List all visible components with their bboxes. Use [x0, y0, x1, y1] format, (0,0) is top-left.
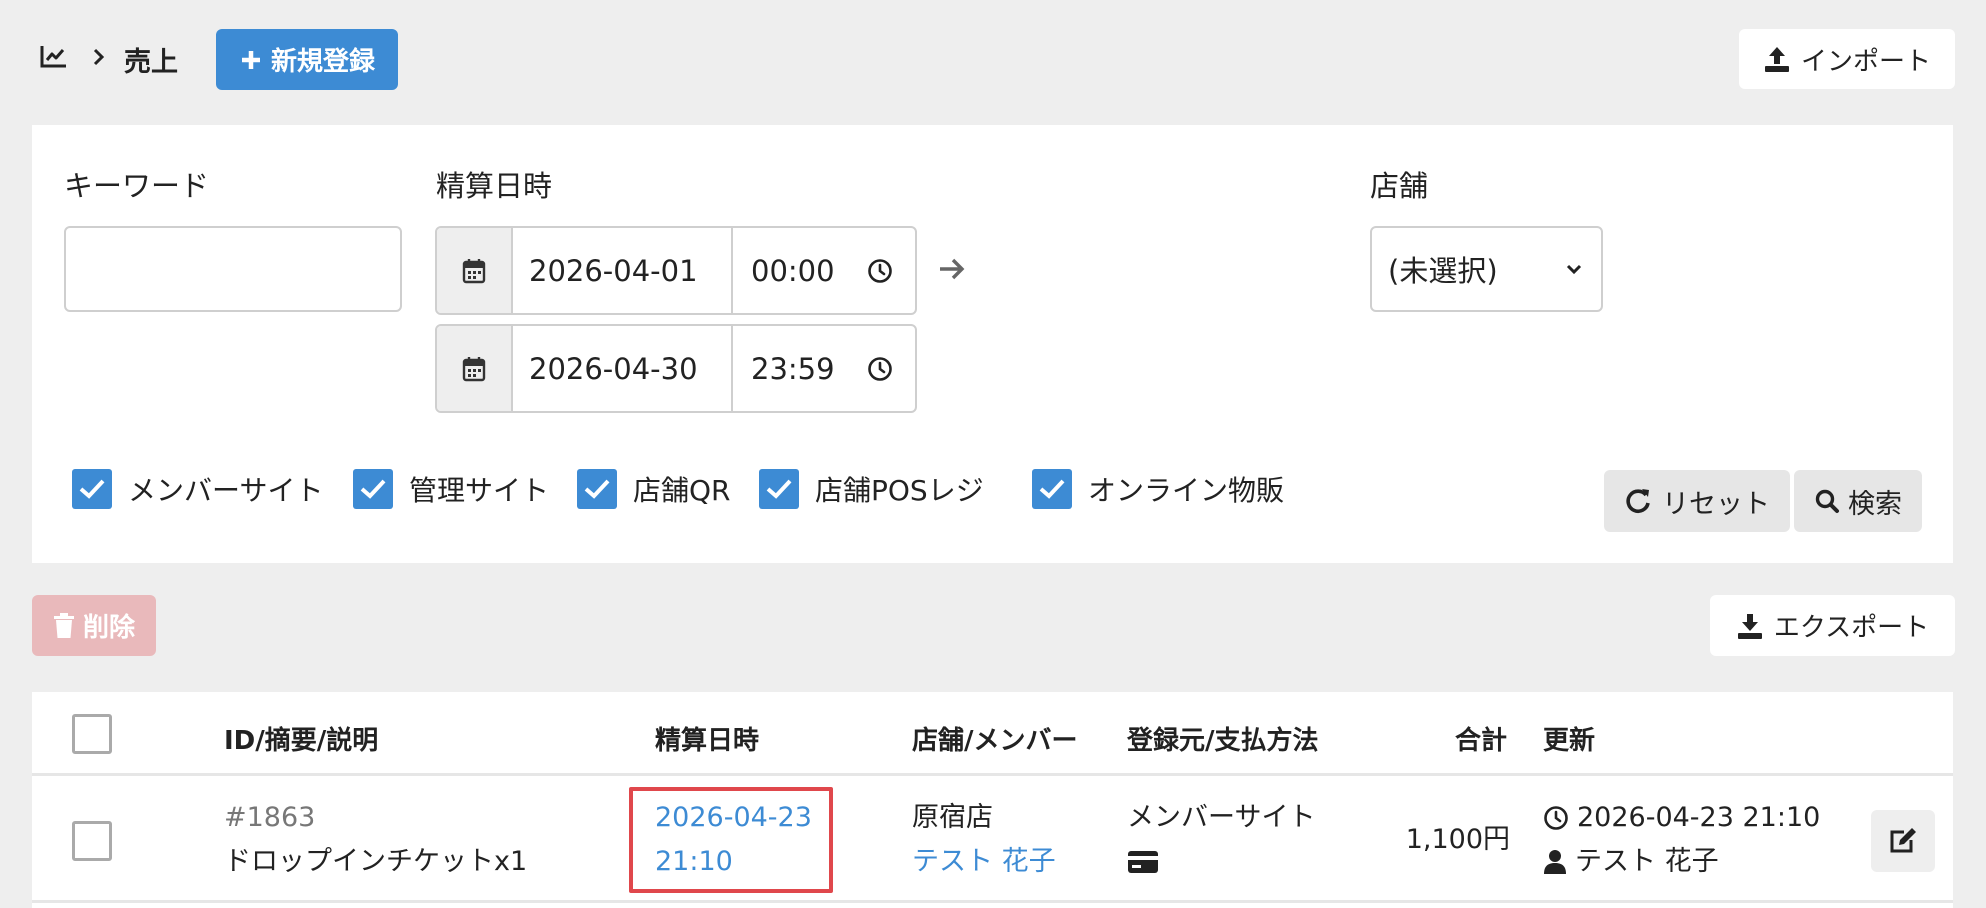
search-label: 検索 [1848, 488, 1902, 520]
reset-label: リセット [1662, 488, 1770, 520]
row-updated-cell: 2026-04-23 21:10 テスト 花子 [1543, 796, 1820, 884]
checkbox-checked[interactable] [1032, 469, 1072, 509]
column-header-source-payment[interactable]: 登録元/支払方法 [1127, 720, 1319, 757]
row-total: 1,100円 [1405, 824, 1510, 855]
chevron-down-icon [1565, 263, 1583, 275]
clock-icon [867, 356, 893, 382]
calendar-icon[interactable] [437, 326, 513, 411]
to-date-input[interactable]: 2026-04-30 [513, 326, 733, 411]
to-time-value: 23:59 [751, 351, 835, 386]
row-divider [32, 900, 1953, 903]
user-icon [1543, 849, 1567, 875]
row-store: 原宿店 [912, 802, 993, 833]
search-button[interactable]: 検索 [1794, 470, 1922, 532]
upload-icon [1763, 45, 1791, 73]
chart-line-icon[interactable] [40, 44, 68, 68]
source-checkbox-member-site[interactable]: メンバーサイト [72, 469, 323, 509]
import-button[interactable]: インポート [1739, 29, 1955, 89]
settlement-datetime-label: 精算日時 [436, 169, 553, 203]
source-checkbox-online-sales[interactable]: オンライン物販 [1032, 469, 1284, 509]
import-label: インポート [1800, 46, 1931, 77]
from-date-input[interactable]: 2026-04-01 [513, 228, 733, 313]
row-description: ドロップインチケットx1 [224, 846, 528, 877]
calendar-icon[interactable] [437, 228, 513, 313]
search-icon [1814, 488, 1840, 514]
to-datetime-group: 2026-04-30 23:59 [435, 324, 917, 413]
keyword-input[interactable] [64, 226, 402, 312]
keyword-label: キーワード [64, 169, 210, 203]
from-time-input[interactable]: 00:00 [733, 228, 915, 313]
edit-button[interactable] [1871, 810, 1935, 872]
source-label: オンライン物販 [1088, 474, 1285, 507]
export-button[interactable]: エクスポート [1710, 595, 1955, 656]
source-label: 管理サイト [409, 474, 550, 507]
select-all-checkbox[interactable] [72, 714, 112, 754]
checkbox-checked[interactable] [759, 469, 799, 509]
source-checkbox-admin-site[interactable]: 管理サイト [353, 469, 549, 509]
export-label: エクスポート [1773, 613, 1930, 643]
checkbox-checked[interactable] [353, 469, 393, 509]
table-row-id-cell[interactable]: #1863 ドロップインチケットx1 [224, 796, 527, 884]
column-header-store-member[interactable]: 店舗/メンバー [912, 720, 1078, 757]
trash-icon [53, 612, 75, 639]
row-id: #1863 [224, 802, 316, 833]
source-label: メンバーサイト [128, 474, 324, 507]
checkbox-checked[interactable] [72, 469, 112, 509]
row-member-link[interactable]: テスト 花子 [912, 840, 1056, 884]
reset-button[interactable]: リセット [1604, 470, 1790, 532]
download-icon [1736, 612, 1764, 640]
row-store-member-cell: 原宿店 テスト 花子 [912, 796, 1056, 884]
page-title: 売上 [124, 47, 178, 78]
row-source-payment-cell: メンバーサイト [1127, 796, 1315, 884]
column-header-updated[interactable]: 更新 [1543, 720, 1595, 757]
credit-card-icon [1127, 849, 1159, 875]
arrow-right-icon [938, 256, 966, 282]
store-select[interactable]: (未選択) [1370, 226, 1603, 312]
new-registration-label: 新規登録 [270, 47, 375, 77]
redo-icon [1624, 487, 1652, 515]
edit-icon [1888, 827, 1918, 855]
delete-label: 削除 [82, 613, 135, 643]
clock-icon [1543, 805, 1569, 831]
source-label: 店舗QR [633, 474, 731, 507]
highlight-box [629, 787, 833, 893]
row-updated-by: テスト 花子 [1575, 846, 1719, 877]
column-header-settlement-datetime[interactable]: 精算日時 [655, 720, 759, 757]
store-select-value: (未選択) [1388, 254, 1498, 288]
row-source: メンバーサイト [1127, 802, 1316, 833]
column-header-total[interactable]: 合計 [1455, 720, 1507, 757]
checkbox-checked[interactable] [577, 469, 617, 509]
from-datetime-group: 2026-04-01 00:00 [435, 226, 917, 315]
row-updated-at: 2026-04-23 21:10 [1577, 802, 1821, 833]
new-registration-button[interactable]: 新規登録 [216, 29, 398, 90]
store-label: 店舗 [1370, 169, 1429, 203]
plus-icon [239, 48, 263, 72]
source-label: 店舗POSレジ [815, 474, 984, 507]
column-header-id[interactable]: ID/摘要/説明 [224, 720, 378, 757]
to-time-input[interactable]: 23:59 [733, 326, 915, 411]
source-checkbox-store-qr[interactable]: 店舗QR [577, 469, 731, 509]
source-checkbox-store-pos[interactable]: 店舗POSレジ [759, 469, 984, 509]
delete-button[interactable]: 削除 [32, 595, 156, 656]
chevron-right-icon [92, 48, 106, 66]
clock-icon [867, 258, 893, 284]
row-select-checkbox[interactable] [72, 821, 112, 861]
from-time-value: 00:00 [751, 253, 835, 288]
